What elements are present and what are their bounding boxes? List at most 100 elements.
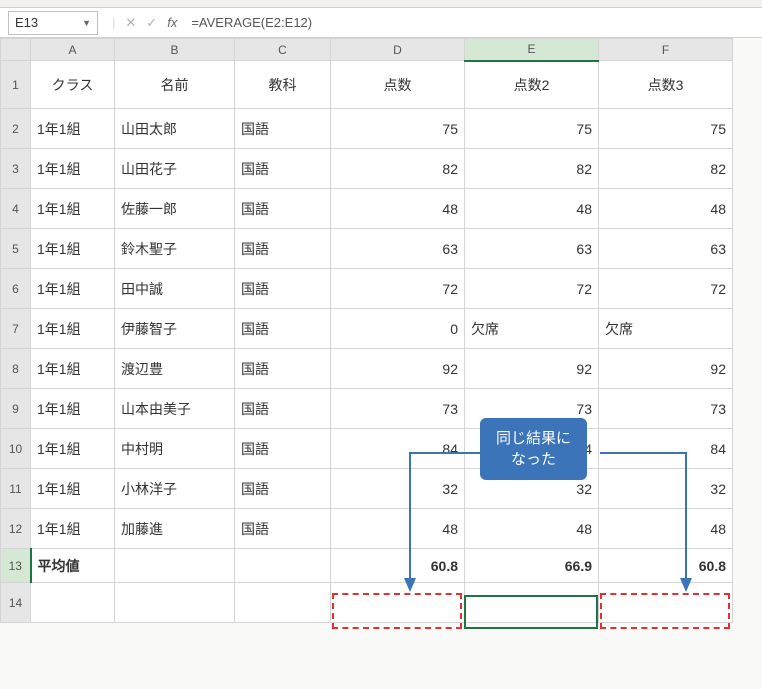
row-header-6[interactable]: 6 [1,269,31,309]
cell-B7[interactable]: 伊藤智子 [115,309,235,349]
cell-C12[interactable]: 国語 [235,509,331,549]
row-header-14[interactable]: 14 [1,583,31,623]
cell-D8[interactable]: 92 [331,349,465,389]
name-box[interactable]: E13 ▼ [8,11,98,35]
cell-B2[interactable]: 山田太郎 [115,109,235,149]
cell-D6[interactable]: 72 [331,269,465,309]
row-header-10[interactable]: 10 [1,429,31,469]
cell-A1[interactable]: クラス [31,61,115,109]
cell-B1[interactable]: 名前 [115,61,235,109]
cell-D5[interactable]: 63 [331,229,465,269]
row-header-11[interactable]: 11 [1,469,31,509]
cell-A14[interactable] [31,583,115,623]
cell-F6[interactable]: 72 [599,269,733,309]
cell-F5[interactable]: 63 [599,229,733,269]
cell-B14[interactable] [115,583,235,623]
cell-C3[interactable]: 国語 [235,149,331,189]
cell-B11[interactable]: 小林洋子 [115,469,235,509]
name-box-dropdown-icon[interactable]: ▼ [82,18,91,28]
cell-A2[interactable]: 1年1組 [31,109,115,149]
cell-D7[interactable]: 0 [331,309,465,349]
col-header-C[interactable]: C [235,39,331,61]
cell-B10[interactable]: 中村明 [115,429,235,469]
cell-B5[interactable]: 鈴木聖子 [115,229,235,269]
cell-A6[interactable]: 1年1組 [31,269,115,309]
cell-E3[interactable]: 82 [465,149,599,189]
fx-icon[interactable]: fx [167,15,177,30]
row-header-7[interactable]: 7 [1,309,31,349]
cell-A8[interactable]: 1年1組 [31,349,115,389]
cell-C4[interactable]: 国語 [235,189,331,229]
cell-D11[interactable]: 32 [331,469,465,509]
cell-C2[interactable]: 国語 [235,109,331,149]
cell-D14[interactable] [331,583,465,623]
row-header-4[interactable]: 4 [1,189,31,229]
row-header-2[interactable]: 2 [1,109,31,149]
cell-E12[interactable]: 48 [465,509,599,549]
cell-D2[interactable]: 75 [331,109,465,149]
cell-A5[interactable]: 1年1組 [31,229,115,269]
cell-C5[interactable]: 国語 [235,229,331,269]
cell-F11[interactable]: 32 [599,469,733,509]
cell-E7[interactable]: 欠席 [465,309,599,349]
cell-C11[interactable]: 国語 [235,469,331,509]
cell-C14[interactable] [235,583,331,623]
cell-C6[interactable]: 国語 [235,269,331,309]
row-header-12[interactable]: 12 [1,509,31,549]
cell-C1[interactable]: 教科 [235,61,331,109]
cancel-icon[interactable]: ✕ [125,15,136,31]
cell-D1[interactable]: 点数 [331,61,465,109]
cell-D10[interactable]: 84 [331,429,465,469]
cell-F9[interactable]: 73 [599,389,733,429]
cell-B13[interactable] [115,549,235,583]
cell-A3[interactable]: 1年1組 [31,149,115,189]
cell-C10[interactable]: 国語 [235,429,331,469]
cell-A9[interactable]: 1年1組 [31,389,115,429]
cell-F14[interactable] [599,583,733,623]
cell-C7[interactable]: 国語 [235,309,331,349]
cell-F4[interactable]: 48 [599,189,733,229]
cell-C8[interactable]: 国語 [235,349,331,389]
cell-E5[interactable]: 63 [465,229,599,269]
row-header-8[interactable]: 8 [1,349,31,389]
cell-F3[interactable]: 82 [599,149,733,189]
col-header-E[interactable]: E [465,39,599,61]
cell-D3[interactable]: 82 [331,149,465,189]
spreadsheet-grid[interactable]: A B C D E F 1 クラス 名前 教科 点数 点数2 点数3 2 1年1… [0,38,733,623]
col-header-A[interactable]: A [31,39,115,61]
cell-B12[interactable]: 加藤進 [115,509,235,549]
row-header-3[interactable]: 3 [1,149,31,189]
row-header-13[interactable]: 13 [1,549,31,583]
cell-E6[interactable]: 72 [465,269,599,309]
formula-bar[interactable]: =AVERAGE(E2:E12) [191,11,762,35]
cell-E14[interactable] [465,583,599,623]
col-header-B[interactable]: B [115,39,235,61]
cell-E13[interactable]: 66.9 [465,549,599,583]
cell-F10[interactable]: 84 [599,429,733,469]
cell-A10[interactable]: 1年1組 [31,429,115,469]
row-header-1[interactable]: 1 [1,61,31,109]
enter-icon[interactable]: ✓ [146,15,157,31]
cell-B3[interactable]: 山田花子 [115,149,235,189]
cell-D9[interactable]: 73 [331,389,465,429]
row-header-9[interactable]: 9 [1,389,31,429]
cell-D13[interactable]: 60.8 [331,549,465,583]
cell-F12[interactable]: 48 [599,509,733,549]
cell-A13[interactable]: 平均値 [31,549,115,583]
cell-D4[interactable]: 48 [331,189,465,229]
col-header-D[interactable]: D [331,39,465,61]
cell-E8[interactable]: 92 [465,349,599,389]
cell-F7[interactable]: 欠席 [599,309,733,349]
cell-C9[interactable]: 国語 [235,389,331,429]
row-header-5[interactable]: 5 [1,229,31,269]
cell-B8[interactable]: 渡辺豊 [115,349,235,389]
cell-F2[interactable]: 75 [599,109,733,149]
cell-F1[interactable]: 点数3 [599,61,733,109]
cell-B9[interactable]: 山本由美子 [115,389,235,429]
select-all-corner[interactable] [1,39,31,61]
cell-D12[interactable]: 48 [331,509,465,549]
cell-F8[interactable]: 92 [599,349,733,389]
cell-A12[interactable]: 1年1組 [31,509,115,549]
cell-A7[interactable]: 1年1組 [31,309,115,349]
cell-B4[interactable]: 佐藤一郎 [115,189,235,229]
